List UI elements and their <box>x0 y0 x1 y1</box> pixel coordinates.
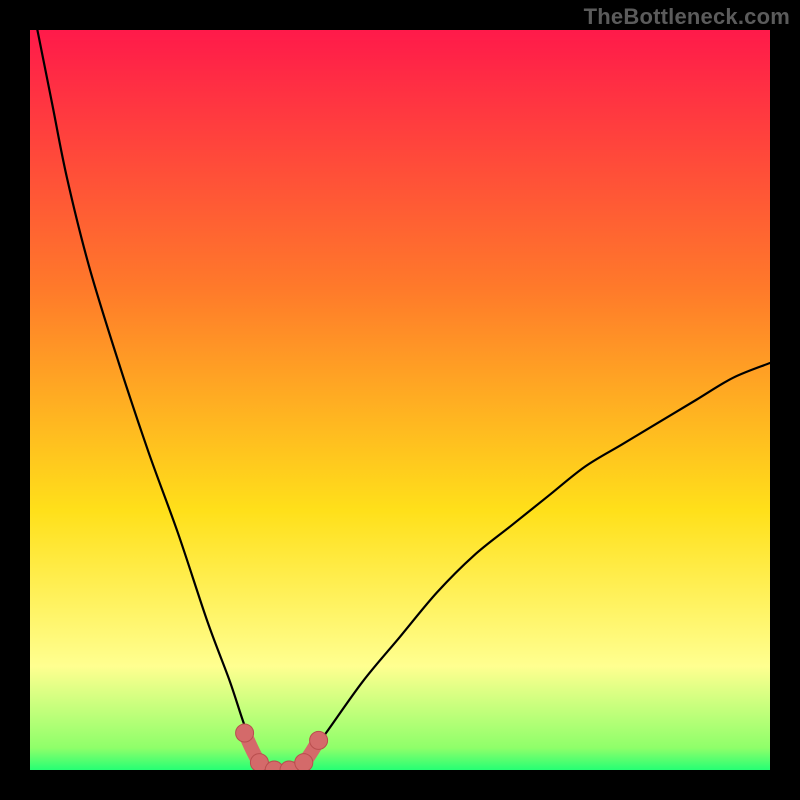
sweet-spot-dot <box>236 724 254 742</box>
plot-area <box>30 30 770 770</box>
watermark-text: TheBottleneck.com <box>584 4 790 30</box>
heat-gradient <box>30 30 770 770</box>
sweet-spot-dot <box>295 754 313 770</box>
sweet-spot-dot <box>310 731 328 749</box>
bottleneck-chart <box>30 30 770 770</box>
chart-frame: TheBottleneck.com <box>0 0 800 800</box>
